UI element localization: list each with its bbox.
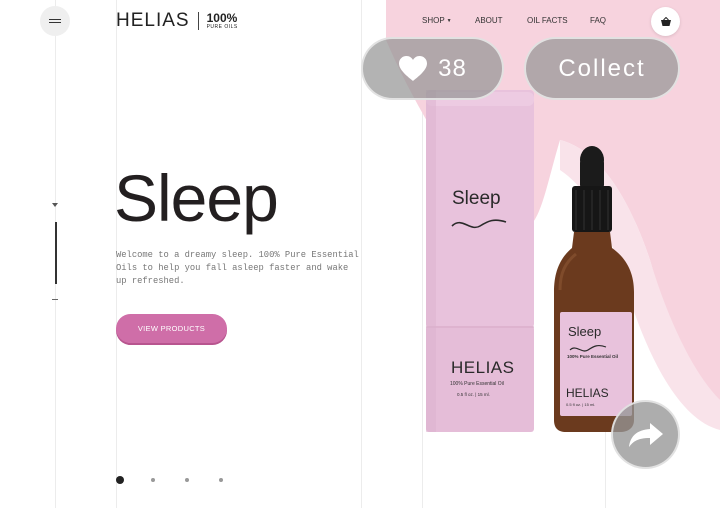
nav-item-label: OIL FACTS xyxy=(527,16,568,25)
bottle-label-volume: 0.5 fl oz. | 15 ml. xyxy=(566,402,596,407)
scroll-marker xyxy=(52,299,58,300)
bottle-label-subtitle: 100% Pure Essential Oil xyxy=(567,354,619,359)
brand-badge: 100% PURE OILS xyxy=(207,12,238,30)
view-products-label: VIEW PRODUCTS xyxy=(137,324,206,333)
like-count: 38 xyxy=(438,54,467,82)
brand-name: HELIAS xyxy=(116,10,190,31)
brand-logo[interactable]: HELIAS 100% PURE OILS xyxy=(116,10,238,32)
bottle-label-sleep: Sleep xyxy=(568,324,602,339)
tube-label-sleep: Sleep xyxy=(452,188,501,209)
view-products-button[interactable]: VIEW PRODUCTS xyxy=(116,314,227,343)
share-arrow-icon xyxy=(628,422,663,447)
nav-item-label: FAQ xyxy=(590,16,607,25)
nav-item-label: ABOUT xyxy=(475,16,503,25)
collect-label: Collect xyxy=(558,54,646,82)
brand-badge-percent: 100% xyxy=(206,11,238,25)
cart-button[interactable] xyxy=(651,7,680,36)
nav-item-faq[interactable]: FAQ xyxy=(590,16,606,25)
nav-item-about[interactable]: ABOUT xyxy=(475,16,503,25)
basket-icon xyxy=(660,16,671,26)
chevron-down-icon: ▼ xyxy=(446,18,452,24)
collect-button[interactable]: Collect xyxy=(524,37,680,100)
heart-icon xyxy=(399,56,428,81)
slider-dot[interactable] xyxy=(219,478,223,482)
slider-dot-active[interactable] xyxy=(116,476,124,484)
scroll-progress-bar xyxy=(55,222,57,284)
hero-title: Sleep xyxy=(114,161,279,235)
hamburger-icon xyxy=(49,18,61,21)
hero-description: Welcome to a dreamy sleep. 100% Pure Ess… xyxy=(116,250,359,286)
share-button[interactable] xyxy=(611,400,680,469)
nav-item-shop[interactable]: SHOP ▼ xyxy=(422,16,452,25)
logo-divider xyxy=(197,12,199,30)
tube-label-brand: HELIAS xyxy=(451,358,515,377)
scroll-up-icon[interactable] xyxy=(52,203,58,207)
slider-dot[interactable] xyxy=(185,478,189,482)
bottle-label-brand: HELIAS xyxy=(566,386,609,400)
tube-label-volume: 0.5 fl oz. | 15 ml. xyxy=(457,392,490,397)
like-button[interactable]: 38 xyxy=(361,37,504,100)
brand-badge-text: PURE OILS xyxy=(206,24,238,30)
slider-dot[interactable] xyxy=(151,478,155,482)
menu-button[interactable] xyxy=(40,6,70,36)
nav-item-oil-facts[interactable]: OIL FACTS xyxy=(527,16,568,25)
tube-label-subtitle: 100% Pure Essential Oil xyxy=(450,381,504,387)
nav-item-label: SHOP xyxy=(422,16,445,25)
